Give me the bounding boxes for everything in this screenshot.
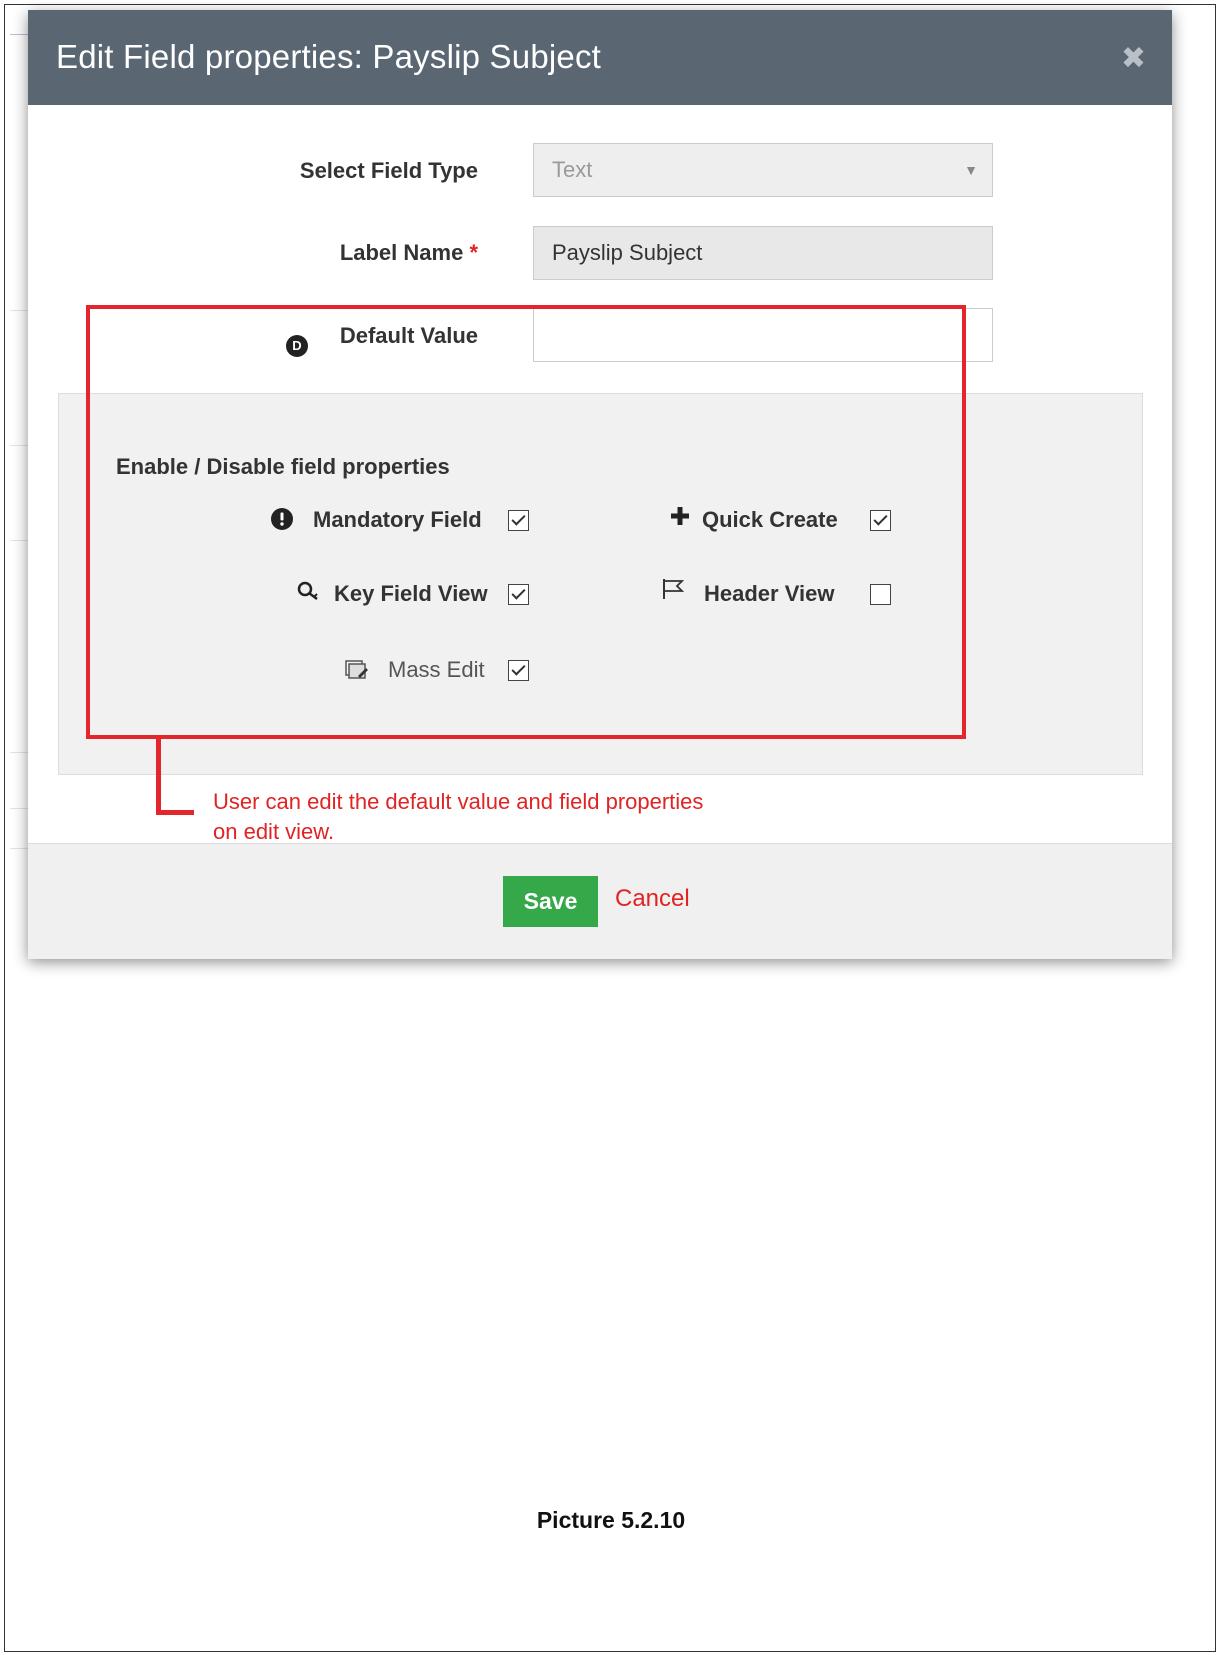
- annotation-line-1: User can edit the default value and fiel…: [213, 789, 704, 814]
- save-button[interactable]: Save: [503, 876, 598, 927]
- label-name-field[interactable]: Payslip Subject: [533, 226, 993, 280]
- field-type-value: Text: [552, 157, 593, 182]
- annotation-connector: [156, 739, 161, 814]
- field-type-select[interactable]: Text ▼: [533, 143, 993, 197]
- annotation-text: User can edit the default value and fiel…: [213, 787, 813, 847]
- annotation-connector: [156, 810, 194, 815]
- modal-header: Edit Field properties: Payslip Subject ✖: [28, 10, 1172, 105]
- modal-title: Edit Field properties: Payslip Subject: [56, 38, 602, 75]
- figure-caption: Picture 5.2.10: [536, 1507, 686, 1533]
- chevron-down-icon: ▼: [964, 162, 978, 178]
- cancel-link[interactable]: Cancel: [615, 885, 690, 913]
- required-asterisk: *: [469, 240, 478, 265]
- close-icon[interactable]: ✖: [1121, 44, 1146, 74]
- modal-footer: [28, 843, 1172, 959]
- annotation-highlight-box: [86, 305, 966, 739]
- label-name-text: Label Name: [339, 240, 464, 265]
- edit-field-modal: Edit Field properties: Payslip Subject ✖…: [28, 10, 1172, 959]
- field-type-label: Select Field Type: [299, 158, 478, 183]
- label-name-label: Label Name *: [58, 240, 478, 266]
